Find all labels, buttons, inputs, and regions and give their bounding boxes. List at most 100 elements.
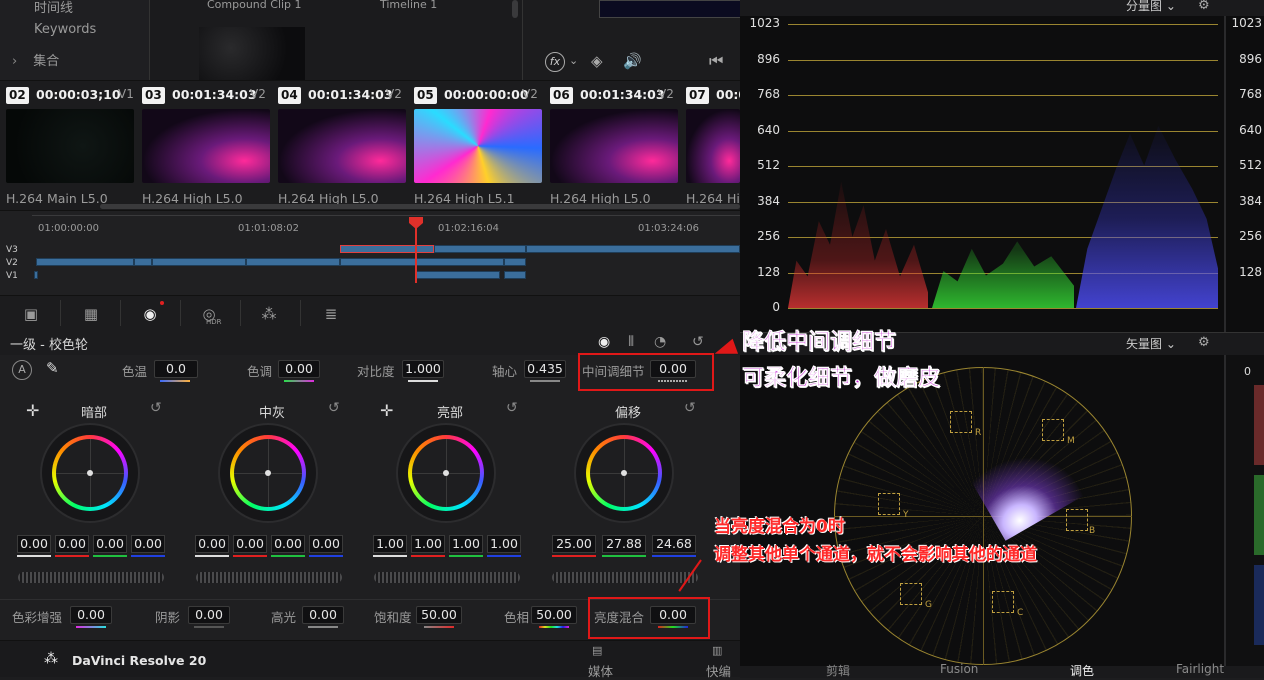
color-match-icon[interactable]: ▦ — [78, 301, 104, 327]
clip-strip-scrollbar[interactable] — [100, 204, 740, 209]
motion-effects-icon[interactable]: ≣ — [318, 301, 344, 327]
clip-06[interactable]: 06 00:01:34:03 V2 H.264 High L5.0 — [548, 85, 678, 206]
reset-icon[interactable]: ↺ — [328, 400, 340, 416]
hue-field[interactable]: 50.00 — [531, 606, 577, 624]
gain-title: 亮部 — [436, 406, 463, 421]
offset-r-field[interactable]: 25.00 — [552, 535, 596, 553]
clip-05[interactable]: 05 00:00:00:00 V2 H.264 High L5.1 — [412, 85, 542, 206]
gamma-r-field[interactable]: 0.00 — [233, 535, 267, 553]
target-y — [878, 493, 900, 515]
edit-page-tab[interactable]: 剪辑 — [826, 662, 850, 679]
crosshair-icon[interactable]: ✛ — [380, 401, 393, 420]
lift-master-jog[interactable] — [18, 572, 164, 583]
lift-y-field[interactable]: 0.00 — [17, 535, 51, 553]
gain-r-field[interactable]: 1.00 — [411, 535, 445, 553]
reset-icon[interactable]: ↺ — [150, 400, 162, 416]
media-page-icon[interactable]: ▤ — [592, 644, 602, 657]
lift-wheel[interactable] — [42, 425, 138, 521]
gamma-g-field[interactable]: 0.00 — [271, 535, 305, 553]
offset-master-jog[interactable] — [552, 572, 698, 583]
reset-icon[interactable]: ↺ — [684, 400, 696, 416]
gamma-wheel[interactable] — [220, 425, 316, 521]
ruler-line — [32, 215, 740, 216]
clip-timecode: 00:00:03;10 — [36, 87, 121, 102]
auto-balance-button[interactable]: A — [12, 360, 32, 380]
lift-b-field[interactable]: 0.00 — [131, 535, 165, 553]
media-page-label[interactable]: 媒体 — [588, 661, 613, 680]
timeline-clip[interactable] — [246, 258, 340, 266]
color-page-tab[interactable]: 调色 — [1070, 662, 1094, 679]
timeline-clip[interactable] — [34, 271, 38, 279]
timeline-clip[interactable] — [340, 258, 504, 266]
tint-field[interactable]: 0.00 — [278, 360, 320, 378]
timeline-clip[interactable] — [416, 271, 500, 279]
fx-icon[interactable]: fx — [545, 52, 565, 72]
compound-clip-thumbnail[interactable] — [199, 27, 305, 80]
log-mode-icon[interactable]: ◔ — [654, 334, 666, 350]
chevron-down-icon[interactable]: ⌄ — [569, 54, 578, 67]
timeline-clip[interactable] — [504, 271, 526, 279]
divider — [180, 300, 181, 326]
nav-item-collections[interactable]: › 集合 — [12, 50, 59, 69]
offset-b-field[interactable]: 24.68 — [652, 535, 696, 553]
contrast-field[interactable]: 1.000 — [402, 360, 444, 378]
lift-g-field[interactable]: 0.00 — [93, 535, 127, 553]
temp-field[interactable]: 0.0 — [154, 360, 198, 378]
timeline-clip[interactable] — [526, 245, 740, 253]
timeline-clip[interactable] — [134, 258, 152, 266]
gain-g-field[interactable]: 1.00 — [449, 535, 483, 553]
gamma-b-field[interactable]: 0.00 — [309, 535, 343, 553]
scope-settings-icon[interactable]: ⚙ — [1198, 335, 1210, 350]
gain-b-field[interactable]: 1.00 — [487, 535, 521, 553]
cut-page-icon[interactable]: ▥ — [712, 644, 722, 657]
nav-item-timeline[interactable]: 时间线 — [34, 0, 73, 16]
crosshair-icon[interactable]: ✛ — [26, 401, 39, 420]
cut-page-label[interactable]: 快编 — [706, 661, 731, 680]
nav-item-keywords[interactable]: Keywords — [34, 22, 96, 37]
fusion-page-tab[interactable]: Fusion — [940, 662, 978, 676]
media-pool-clip-compound[interactable]: Compound Clip 1 — [207, 0, 302, 11]
shadows-field[interactable]: 0.00 — [188, 606, 230, 624]
vectorscope-mode-dropdown[interactable]: 矢量图 ⌄ — [1126, 335, 1176, 352]
layers-icon[interactable]: ◈ — [591, 52, 603, 70]
clip-02[interactable]: 02 00:00:03;10 V1 H.264 Main L5.0 — [4, 85, 134, 206]
reset-all-icon[interactable]: ↺ — [692, 334, 704, 350]
fairlight-page-tab[interactable]: Fairlight — [1176, 662, 1224, 676]
timeline-clip[interactable] — [340, 245, 434, 253]
gain-master-jog[interactable] — [374, 572, 520, 583]
eyedropper-icon[interactable]: ✎ — [46, 359, 59, 377]
clip-07[interactable]: 07 00:0 H.264 Hi — [684, 85, 740, 205]
media-pool-scrollbar[interactable] — [512, 0, 518, 18]
right-level-label: 256 — [1239, 229, 1262, 243]
timeline-clip[interactable] — [504, 258, 526, 266]
timeline-clip[interactable] — [152, 258, 246, 266]
reset-icon[interactable]: ↺ — [506, 400, 518, 416]
gain-wheel[interactable] — [398, 425, 494, 521]
target-g — [900, 583, 922, 605]
rgb-mixer-icon[interactable]: ⁂ — [256, 301, 282, 327]
wheels-mode-icon[interactable]: ◉ — [598, 334, 610, 350]
media-pool-clip-timeline[interactable]: Timeline 1 — [380, 0, 437, 11]
pivot-field[interactable]: 0.435 — [524, 360, 566, 378]
bars-mode-icon[interactable]: ⦀ — [628, 334, 634, 350]
panel-title: 一级 - 校色轮 — [10, 338, 88, 353]
highlights-field[interactable]: 0.00 — [302, 606, 344, 624]
offset-wheel[interactable] — [576, 425, 672, 521]
gain-y-field[interactable]: 1.00 — [373, 535, 407, 553]
lift-title: 暗部 — [80, 406, 107, 421]
gamma-y-field[interactable]: 0.00 — [195, 535, 229, 553]
camera-raw-icon[interactable]: ▣ — [18, 301, 44, 327]
clip-03[interactable]: 03 00:01:34:03 V2 H.264 High L5.0 — [140, 85, 270, 206]
clip-04[interactable]: 04 00:01:34:03 V2 H.264 High L5.0 — [276, 85, 406, 206]
speaker-icon[interactable]: 🔊 — [623, 52, 642, 70]
timeline-clip[interactable] — [36, 258, 134, 266]
color-wheels-icon[interactable]: ◉ — [137, 301, 163, 327]
gamma-master-jog[interactable] — [196, 572, 342, 583]
hue-bar — [539, 626, 569, 628]
color-boost-field[interactable]: 0.00 — [70, 606, 112, 624]
timeline-clip[interactable] — [434, 245, 526, 253]
saturation-field[interactable]: 50.00 — [416, 606, 462, 624]
lift-r-field[interactable]: 0.00 — [55, 535, 89, 553]
offset-g-field[interactable]: 27.88 — [602, 535, 646, 553]
skip-back-icon[interactable]: ⏮ — [709, 51, 724, 71]
